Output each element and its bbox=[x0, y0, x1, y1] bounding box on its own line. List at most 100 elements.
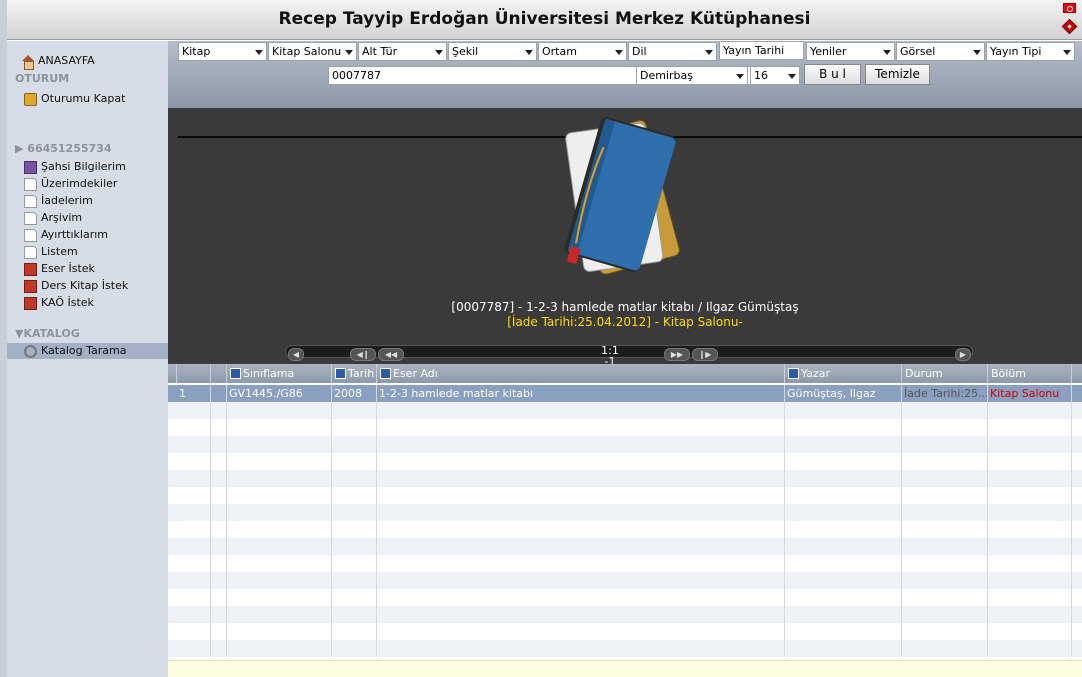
table-row-empty bbox=[168, 487, 1082, 504]
dropdown-arrow-icon bbox=[525, 50, 533, 55]
sidebar-item-personal[interactable]: Şahsi Bilgilerim bbox=[24, 159, 185, 175]
table-cell-empty bbox=[332, 487, 377, 504]
sidebar-item-catalog-search[interactable]: Katalog Tarama bbox=[24, 343, 185, 359]
sidebar-item-home[interactable]: ANASAYFA bbox=[21, 53, 182, 70]
language-select[interactable]: Dil bbox=[628, 42, 717, 61]
table-cell-empty bbox=[227, 436, 332, 453]
header-title[interactable]: Eser Adı bbox=[377, 364, 785, 383]
table-cell-empty bbox=[211, 419, 227, 436]
flag-icon[interactable] bbox=[1063, 3, 1076, 13]
cover-viewer: [0007787] - 1-2-3 hamlede matlar kitabı … bbox=[168, 108, 1082, 367]
table-cell-empty bbox=[177, 538, 211, 555]
table-cell-empty bbox=[902, 538, 988, 555]
table-cell-empty bbox=[177, 504, 211, 521]
table-cell-empty bbox=[227, 555, 332, 572]
new-items-select[interactable]: Yeniler bbox=[806, 42, 895, 61]
table-cell-empty bbox=[377, 504, 785, 521]
table-cell-empty bbox=[377, 419, 785, 436]
search-field-select[interactable]: Demirbaş bbox=[636, 66, 748, 85]
table-cell-empty bbox=[902, 504, 988, 521]
table-cell-empty bbox=[227, 521, 332, 538]
table-cell-empty bbox=[902, 589, 988, 606]
catalog-header: ▼KATALOG bbox=[15, 327, 80, 340]
table-cell-empty bbox=[785, 453, 902, 470]
scroll-right-icon[interactable]: ▶ bbox=[955, 348, 971, 361]
table-cell-empty bbox=[211, 538, 227, 555]
sidebar-item-work-request[interactable]: Eser İstek bbox=[24, 261, 185, 277]
table-cell-empty bbox=[227, 623, 332, 640]
clear-button[interactable]: Temizle bbox=[865, 64, 930, 85]
page-title: Recep Tayyip Erdoğan Üniversitesi Merkez… bbox=[278, 9, 811, 29]
table-cell-empty bbox=[227, 487, 332, 504]
table-cell-empty bbox=[332, 623, 377, 640]
table-row[interactable]: 1 GV1445./G86 2008 1-2-3 hamlede matlar … bbox=[168, 385, 1082, 402]
scroll-left-icon[interactable]: ◀ bbox=[288, 348, 304, 361]
table-cell-empty bbox=[988, 504, 1072, 521]
last-page-icon[interactable]: ❙▶ bbox=[692, 348, 718, 361]
sidebar-item-reservations[interactable]: Ayırttıklarım bbox=[24, 227, 185, 243]
dropdown-arrow-icon bbox=[973, 50, 981, 55]
medium-select[interactable]: Ortam bbox=[538, 42, 627, 61]
table-cell-empty bbox=[785, 589, 902, 606]
table-cell-empty bbox=[377, 589, 785, 606]
sidebar-item-archive[interactable]: Arşivim bbox=[24, 210, 185, 226]
header-date[interactable]: Tarih bbox=[332, 364, 377, 383]
first-page-icon[interactable]: ◀❙ bbox=[350, 348, 376, 361]
table-cell-empty bbox=[785, 504, 902, 521]
table-row-empty bbox=[168, 521, 1082, 538]
table-row-empty bbox=[168, 555, 1082, 572]
table-cell-empty bbox=[211, 402, 227, 419]
sidebar-item-list[interactable]: Listem bbox=[24, 244, 185, 260]
sort-icon bbox=[380, 368, 391, 379]
table-cell-empty bbox=[988, 589, 1072, 606]
sidebar-item-course-book-request[interactable]: Ders Kitap İstek bbox=[24, 278, 185, 294]
table-cell-empty bbox=[988, 470, 1072, 487]
table-cell-empty bbox=[785, 470, 902, 487]
sidebar-item-loans[interactable]: Üzerimdekiler bbox=[24, 176, 185, 192]
table-cell-empty bbox=[227, 453, 332, 470]
header-classification[interactable]: Sınıflama bbox=[227, 364, 332, 383]
table-cell-empty bbox=[902, 572, 988, 589]
table-cell-empty bbox=[988, 402, 1072, 419]
table-cell-empty bbox=[177, 572, 211, 589]
cell-classification: GV1445./G86 bbox=[227, 385, 332, 402]
location-select[interactable]: Kitap Salonu bbox=[268, 42, 357, 61]
table-row-empty bbox=[168, 640, 1082, 657]
header-status[interactable]: Durum bbox=[902, 364, 988, 383]
page-size-select[interactable]: 16 bbox=[750, 66, 800, 85]
header-author[interactable]: Yazar bbox=[785, 364, 902, 383]
document-icon bbox=[24, 211, 37, 225]
sidebar-item-logout[interactable]: Oturumu Kapat bbox=[24, 91, 185, 107]
sort-icon bbox=[788, 368, 799, 379]
table-cell-empty bbox=[332, 555, 377, 572]
sidebar-item-returns[interactable]: İadelerim bbox=[24, 193, 185, 209]
table-cell-empty bbox=[785, 640, 902, 657]
previous-page-icon[interactable]: ◀◀ bbox=[378, 348, 404, 361]
table-cell-empty bbox=[377, 487, 785, 504]
find-button[interactable]: B u l bbox=[804, 64, 861, 85]
next-page-icon[interactable]: ▶▶ bbox=[664, 348, 690, 361]
publication-type-select[interactable]: Yayın Tipi bbox=[986, 42, 1075, 61]
dropdown-arrow-icon bbox=[705, 50, 713, 55]
table-cell-empty bbox=[332, 470, 377, 487]
table-cell-empty bbox=[332, 538, 377, 555]
type-select[interactable]: Kitap bbox=[178, 42, 267, 61]
subtype-select[interactable]: Alt Tür bbox=[358, 42, 447, 61]
header-section[interactable]: Bölüm bbox=[988, 364, 1072, 383]
visual-select[interactable]: Görsel bbox=[896, 42, 985, 61]
table-cell-empty bbox=[377, 402, 785, 419]
table-cell-empty bbox=[211, 436, 227, 453]
table-cell-empty bbox=[377, 453, 785, 470]
table-cell-empty bbox=[332, 521, 377, 538]
table-cell-empty bbox=[227, 402, 332, 419]
table-cell-empty bbox=[177, 521, 211, 538]
table-cell-empty bbox=[332, 402, 377, 419]
book-icon bbox=[24, 296, 37, 310]
sidebar-item-kao-request[interactable]: KAÖ İstek bbox=[24, 295, 185, 311]
shape-select[interactable]: Şekil bbox=[448, 42, 537, 61]
cell-row-number: 1 bbox=[177, 385, 211, 402]
app-window: Recep Tayyip Erdoğan Üniversitesi Merkez… bbox=[0, 0, 1082, 677]
publish-date-field[interactable]: Yayın Tarihi bbox=[719, 41, 804, 60]
footer-bar bbox=[168, 660, 1082, 677]
table-cell-empty bbox=[332, 589, 377, 606]
